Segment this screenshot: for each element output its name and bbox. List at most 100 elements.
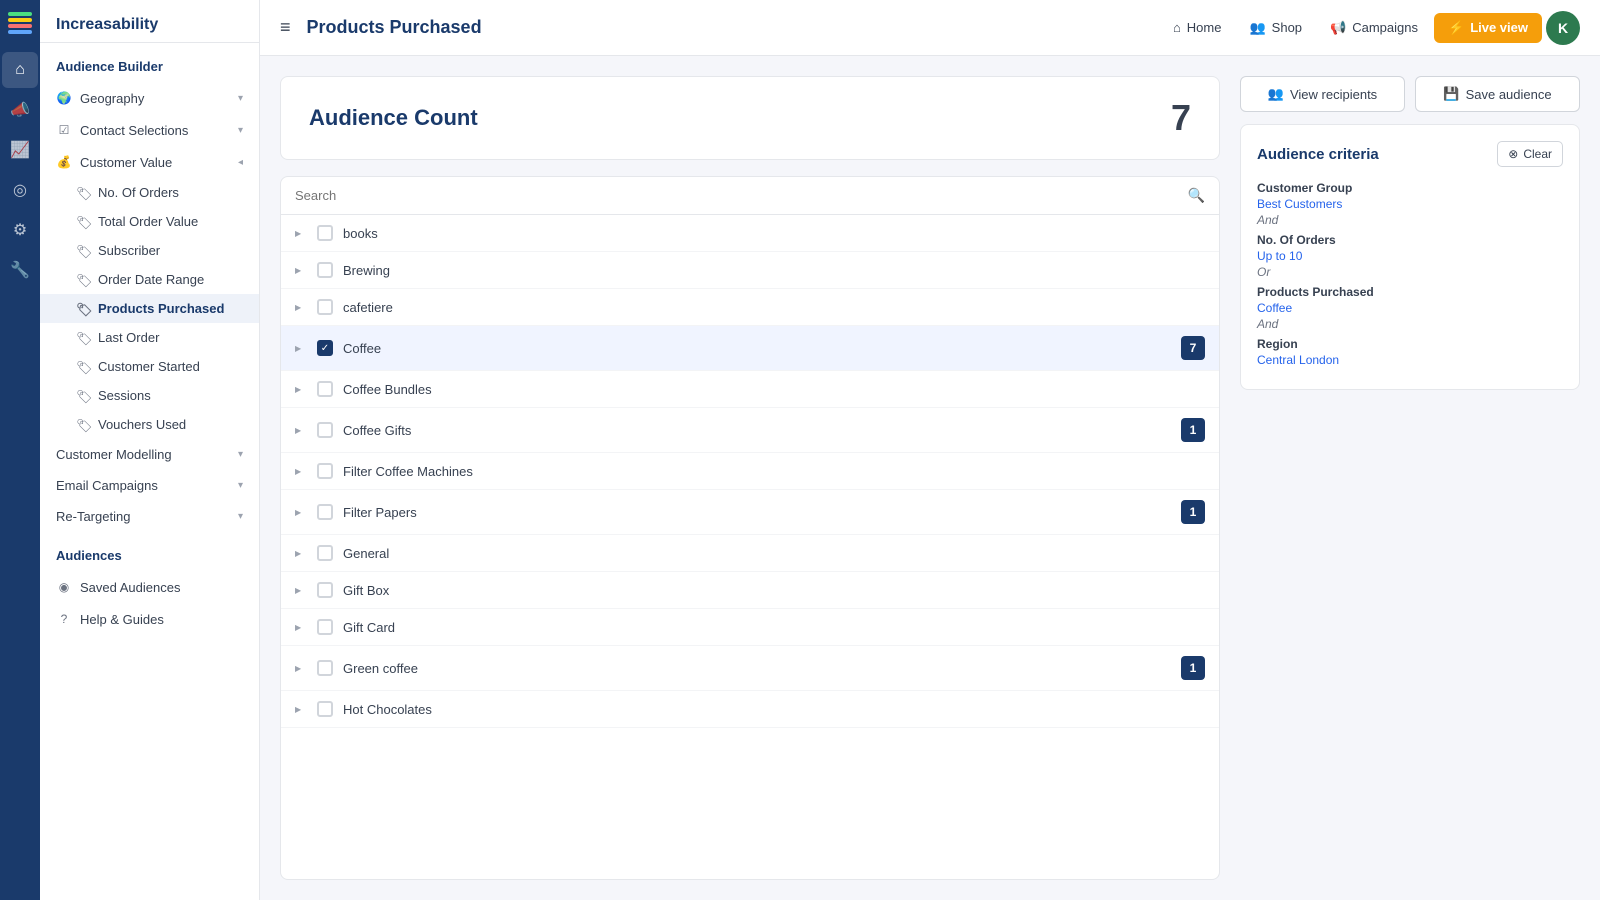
product-badge: 1 <box>1181 656 1205 680</box>
expand-icon[interactable]: ▶ <box>295 344 307 353</box>
shop-nav-icon: 👥 <box>1249 20 1265 36</box>
sub-item-label: Subscriber <box>98 243 160 258</box>
criteria-key: Region <box>1257 337 1563 351</box>
expand-icon[interactable]: ▶ <box>295 266 307 275</box>
recipients-icon: 👥 <box>1268 86 1284 102</box>
expand-icon[interactable]: ▶ <box>295 549 307 558</box>
criteria-connector: And <box>1257 317 1563 331</box>
products-card: 🔍 ▶ books ▶ Brewing <box>280 176 1220 880</box>
product-checkbox[interactable] <box>317 504 333 520</box>
table-row[interactable]: ▶ Filter Coffee Machines <box>281 453 1219 490</box>
chevron-left-icon: ◂ <box>238 157 243 168</box>
sidebar-item-help[interactable]: ? Help & Guides <box>40 603 259 635</box>
tools-icon[interactable]: 🔧 <box>2 252 38 288</box>
product-name: Coffee Gifts <box>343 423 1171 438</box>
expand-icon[interactable]: ▶ <box>295 586 307 595</box>
product-name: Gift Box <box>343 583 1205 598</box>
table-row[interactable]: ▶ Coffee Bundles <box>281 371 1219 408</box>
sidebar-item-customer-value[interactable]: 💰 Customer Value ◂ <box>40 146 259 178</box>
table-row[interactable]: ▶ ✓ Coffee 7 <box>281 326 1219 371</box>
campaigns-nav-item[interactable]: 📢 Campaigns <box>1318 14 1430 42</box>
table-row[interactable]: ▶ Hot Chocolates <box>281 691 1219 728</box>
target-icon[interactable]: ◎ <box>2 172 38 208</box>
menu-icon[interactable]: ≡ <box>280 17 291 38</box>
expand-icon[interactable]: ▶ <box>295 385 307 394</box>
expand-icon[interactable]: ▶ <box>295 508 307 517</box>
product-name: books <box>343 226 1205 241</box>
product-name: Gift Card <box>343 620 1205 635</box>
sidebar-sub-sessions[interactable]: 🏷 Sessions <box>40 381 259 410</box>
product-checkbox[interactable] <box>317 619 333 635</box>
sidebar-item-contact-selections[interactable]: ☑ Contact Selections ▾ <box>40 114 259 146</box>
table-row[interactable]: ▶ Filter Papers 1 <box>281 490 1219 535</box>
live-view-icon: ⚡ <box>1448 20 1464 36</box>
expand-icon[interactable]: ▶ <box>295 303 307 312</box>
product-checkbox[interactable] <box>317 299 333 315</box>
clear-button[interactable]: ⊗ Clear <box>1497 141 1563 167</box>
sidebar-item-saved-audiences[interactable]: ◉ Saved Audiences <box>40 571 259 603</box>
tag-icon: 🏷 <box>76 331 90 345</box>
live-view-button[interactable]: ⚡ Live view <box>1434 13 1542 43</box>
search-input[interactable] <box>295 188 1180 203</box>
sidebar-sub-last-order[interactable]: 🏷 Last Order <box>40 323 259 352</box>
table-row[interactable]: ▶ books <box>281 215 1219 252</box>
view-recipients-button[interactable]: 👥 View recipients <box>1240 76 1405 112</box>
sidebar-sub-no-of-orders[interactable]: 🏷 No. Of Orders <box>40 178 259 207</box>
table-row[interactable]: ▶ General <box>281 535 1219 572</box>
home-nav-item[interactable]: ⌂ Home <box>1161 14 1234 41</box>
criteria-connector: Or <box>1257 265 1563 279</box>
expand-icon[interactable]: ▶ <box>295 467 307 476</box>
product-checkbox[interactable] <box>317 225 333 241</box>
product-checkbox[interactable] <box>317 701 333 717</box>
tag-icon: 🏷 <box>76 302 90 316</box>
contact-icon: ☑ <box>56 122 72 138</box>
sidebar-item-retargeting[interactable]: Re-Targeting ▾ <box>40 501 259 532</box>
avatar[interactable]: K <box>1546 11 1580 45</box>
table-row[interactable]: ▶ Gift Box <box>281 572 1219 609</box>
expand-icon[interactable]: ▶ <box>295 426 307 435</box>
home-nav-label: Home <box>1187 20 1222 35</box>
sidebar-item-label: Help & Guides <box>80 612 164 627</box>
product-checkbox[interactable] <box>317 660 333 676</box>
chevron-down-icon: ▾ <box>238 93 243 104</box>
product-checkbox[interactable] <box>317 422 333 438</box>
settings-icon[interactable]: ⚙ <box>2 212 38 248</box>
product-checkbox[interactable] <box>317 545 333 561</box>
sidebar-sub-products-purchased[interactable]: 🏷 Products Purchased <box>40 294 259 323</box>
expand-icon[interactable]: ▶ <box>295 664 307 673</box>
shop-nav-item[interactable]: 👥 Shop <box>1237 14 1314 42</box>
product-checkbox[interactable] <box>317 463 333 479</box>
save-audience-button[interactable]: 💾 Save audience <box>1415 76 1580 112</box>
main-content: ≡ Products Purchased ⌂ Home 👥 Shop 📢 Cam… <box>260 0 1600 900</box>
sidebar-item-email-campaigns[interactable]: Email Campaigns ▾ <box>40 470 259 501</box>
product-checkbox[interactable] <box>317 262 333 278</box>
sidebar-sub-subscriber[interactable]: 🏷 Subscriber <box>40 236 259 265</box>
table-row[interactable]: ▶ cafetiere <box>281 289 1219 326</box>
product-checkbox[interactable] <box>317 582 333 598</box>
sidebar-sub-total-order-value[interactable]: 🏷 Total Order Value <box>40 207 259 236</box>
chart-icon[interactable]: 📈 <box>2 132 38 168</box>
clear-label: Clear <box>1523 147 1552 161</box>
expand-icon[interactable]: ▶ <box>295 623 307 632</box>
expand-icon[interactable]: ▶ <box>295 229 307 238</box>
table-row[interactable]: ▶ Brewing <box>281 252 1219 289</box>
sidebar-sub-customer-started[interactable]: 🏷 Customer Started <box>40 352 259 381</box>
table-row[interactable]: ▶ Gift Card <box>281 609 1219 646</box>
sidebar-sub-order-date-range[interactable]: 🏷 Order Date Range <box>40 265 259 294</box>
chevron-down-icon: ▾ <box>238 480 243 491</box>
sidebar-sub-vouchers-used[interactable]: 🏷 Vouchers Used <box>40 410 259 439</box>
table-row[interactable]: ▶ Green coffee 1 <box>281 646 1219 691</box>
expand-icon[interactable]: ▶ <box>295 705 307 714</box>
home-icon[interactable]: ⌂ <box>2 52 38 88</box>
megaphone-icon[interactable]: 📣 <box>2 92 38 128</box>
product-checkbox[interactable] <box>317 381 333 397</box>
sidebar-item-geography[interactable]: 🌍 Geography ▾ <box>40 82 259 114</box>
product-checkbox-checked[interactable]: ✓ <box>317 340 333 356</box>
campaigns-nav-icon: 📢 <box>1330 20 1346 36</box>
sidebar-item-customer-modelling[interactable]: Customer Modelling ▾ <box>40 439 259 470</box>
tag-icon: 🏷 <box>76 215 90 229</box>
product-name: General <box>343 546 1205 561</box>
audience-count-label: Audience Count <box>309 105 478 131</box>
product-name: cafetiere <box>343 300 1205 315</box>
table-row[interactable]: ▶ Coffee Gifts 1 <box>281 408 1219 453</box>
